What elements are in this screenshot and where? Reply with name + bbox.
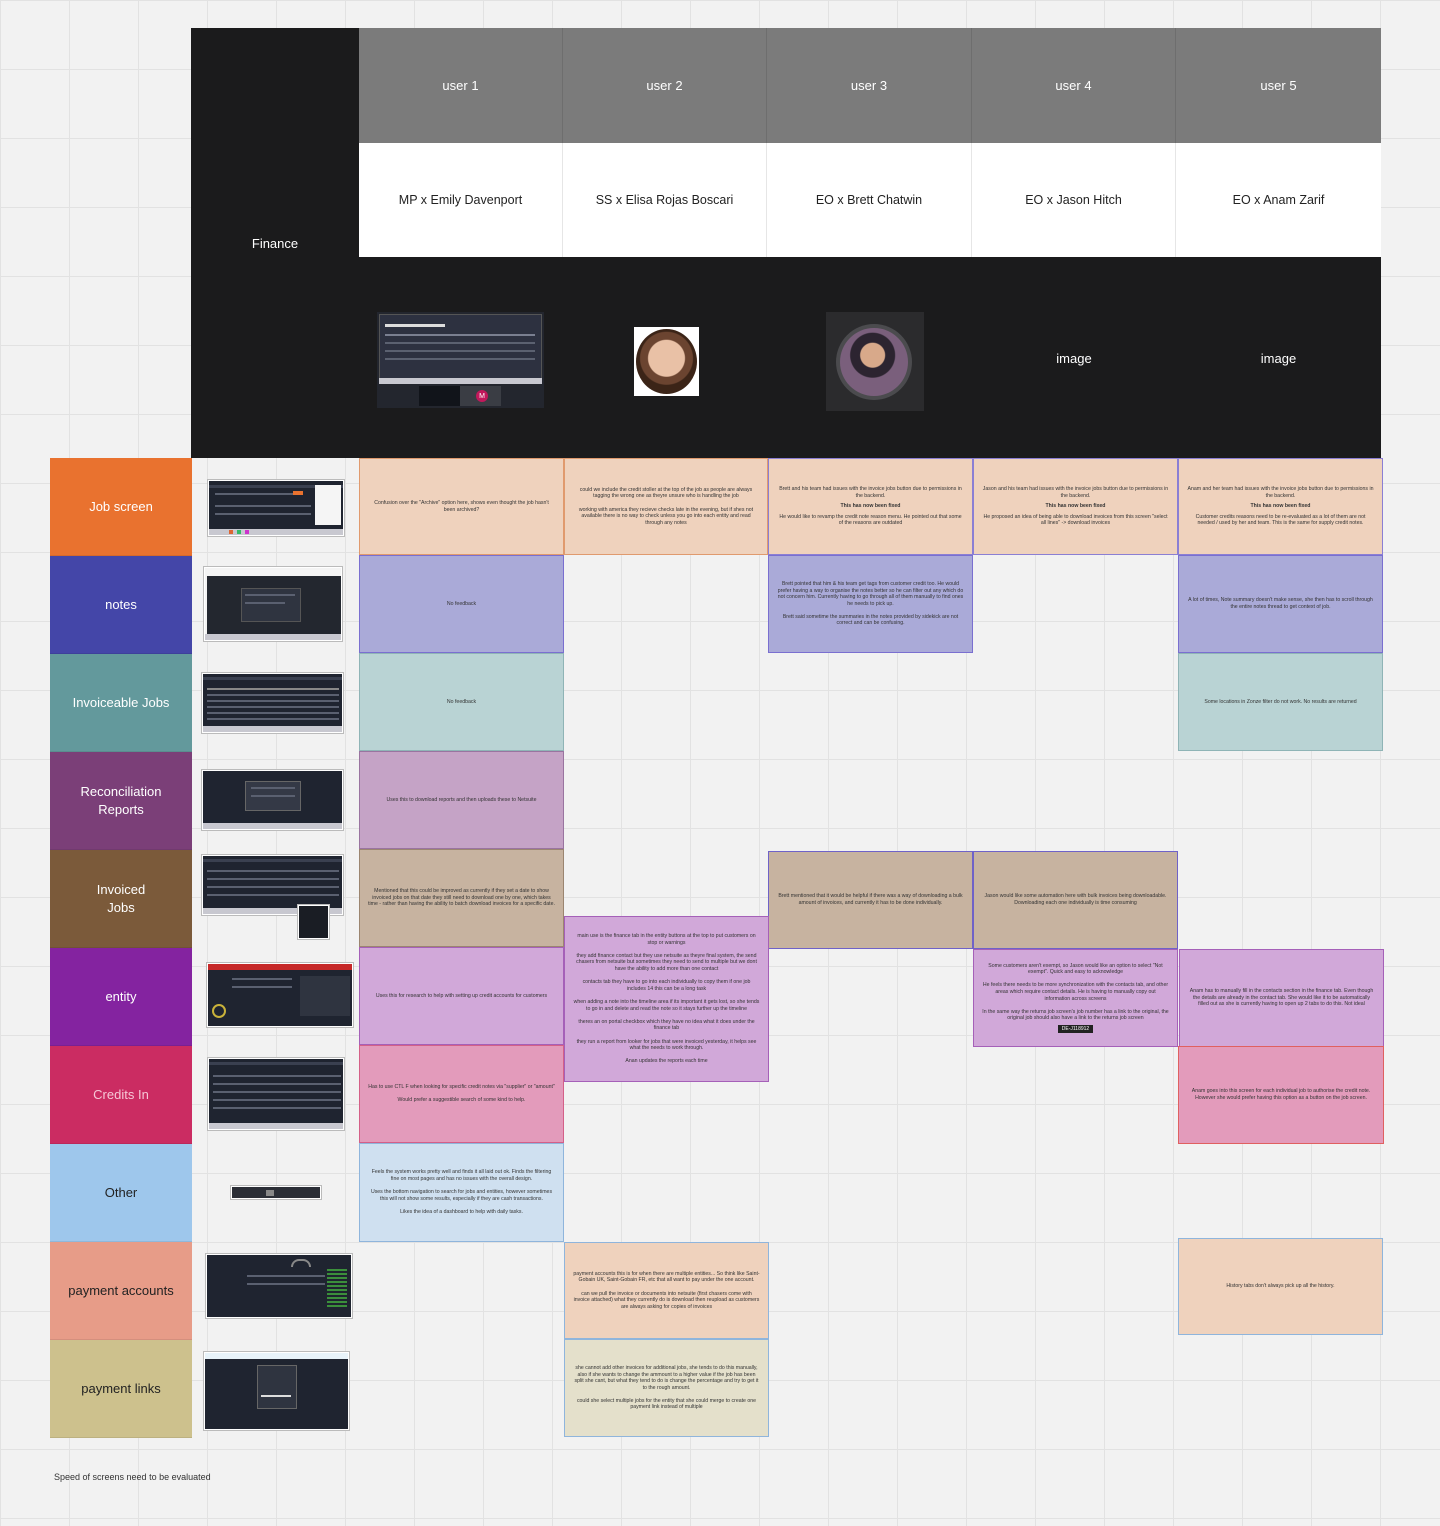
category-invoiceable-jobs: Invoiceable Jobs [50, 654, 192, 752]
card-entity-user-2: main use is the finance tab in the entit… [564, 916, 769, 1082]
calendar-popup-thumbnail [298, 905, 329, 939]
participant-name-3: EO x Brett Chatwin [767, 143, 972, 257]
user-header-3: user 3 [767, 28, 972, 143]
card-reconciliation-reports-user-1: Uses this to download reports and then u… [359, 751, 564, 849]
card-job-screen-user-1: Confusion over the "Archive" option here… [359, 458, 564, 555]
category-entity: entity [50, 948, 192, 1046]
user-header-5: user 5 [1176, 28, 1381, 143]
job-number-badge: DE-J118912 [1057, 1024, 1094, 1034]
category-invoiced-jobs: Invoiced Jobs [50, 850, 192, 948]
entity-thumbnail [207, 963, 353, 1027]
card-invoiced-jobs-user-1: Mentioned that this could be improved as… [359, 849, 564, 947]
user-header-1: user 1 [359, 28, 563, 143]
category-job-screen: Job screen [50, 458, 192, 556]
card-credits-in-user-1: Has to use CTL F when looking for specif… [359, 1045, 564, 1143]
card-job-screen-user-5: Anam and her team had issues with the in… [1178, 458, 1383, 555]
card-invoiceable-jobs-user-5: Some locations in Zonze filter do not wo… [1178, 653, 1383, 751]
user-1-screenshot-image: M [377, 312, 544, 408]
category-notes: notes [50, 556, 192, 654]
card-payment-accounts-user-5: History tabs don't always pick up all th… [1178, 1238, 1383, 1335]
footnote: Speed of screens need to be evaluated [54, 1472, 211, 1482]
user-5-photo-placeholder: image [1260, 350, 1297, 366]
card-invoiced-jobs-user-4: Jason would like some automation here wi… [973, 851, 1178, 949]
participant-name-1: MP x Emily Davenport [359, 143, 563, 257]
participant-name-4: EO x Jason Hitch [972, 143, 1176, 257]
user-2-avatar-image [634, 327, 699, 396]
card-notes-user-1: No feedback [359, 555, 564, 653]
user-header-4: user 4 [972, 28, 1176, 143]
category-reconciliation-reports: Reconciliation Reports [50, 752, 192, 850]
category-other: Other [50, 1144, 192, 1242]
card-payment-accounts-user-2: payment accounts this is for when there … [564, 1242, 769, 1339]
card-notes-user-3: Brett pointed that him & his team get ta… [768, 555, 973, 653]
user-3-avatar-image [826, 312, 924, 411]
avatar: M [476, 390, 488, 402]
reconciliation-reports-thumbnail [202, 770, 343, 830]
card-invoiceable-jobs-user-1: No feedback [359, 653, 564, 751]
payment-links-thumbnail [204, 1352, 349, 1430]
participant-name-2: SS x Elisa Rojas Boscari [563, 143, 767, 257]
user-header-2: user 2 [563, 28, 767, 143]
category-payment-links: payment links [50, 1340, 192, 1438]
card-other-user-1: Feels the system works pretty well and f… [359, 1143, 564, 1242]
category-payment-accounts: payment accounts [50, 1242, 192, 1340]
job-screen-thumbnail [208, 480, 344, 536]
invoiceable-jobs-thumbnail [202, 673, 343, 733]
card-notes-user-5: A lot of times, Note summary doesn't mak… [1178, 555, 1383, 653]
card-payment-links-user-2: she cannot add other invoices for additi… [564, 1339, 769, 1437]
card-entity-user-5: Anam has to manually fill in the contact… [1179, 949, 1384, 1047]
corner-finance-label: Finance [191, 28, 359, 458]
card-job-screen-user-2: could we include the credit stoller at t… [564, 458, 768, 555]
card-credits-in-user-5: Anam goes into this screen for each indi… [1178, 1046, 1384, 1144]
notes-thumbnail [204, 567, 342, 641]
card-job-screen-user-4: Jason and his team had issues with the i… [973, 458, 1178, 555]
payment-accounts-thumbnail [206, 1254, 352, 1318]
card-entity-user-1: Uses this for research to help with sett… [359, 947, 564, 1045]
other-search-bar-thumbnail [231, 1186, 321, 1199]
category-credits-in: Credits In [50, 1046, 192, 1144]
card-invoiced-jobs-user-3: Brett mentioned that it would be helpful… [768, 851, 973, 949]
participant-name-5: EO x Anam Zarif [1176, 143, 1381, 257]
credits-in-thumbnail [208, 1058, 344, 1130]
card-job-screen-user-3: Brett and his team had issues with the i… [768, 458, 973, 555]
user-4-photo-placeholder: image [1056, 350, 1092, 366]
card-entity-user-4: Some customers aren't exempt, so Jason w… [973, 949, 1178, 1047]
